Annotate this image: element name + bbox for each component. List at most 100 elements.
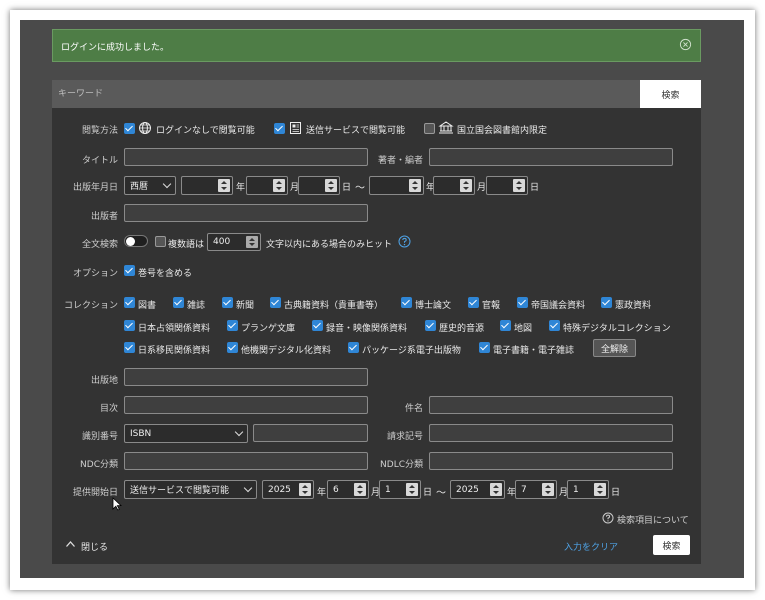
provide-to-day-value: 1	[573, 484, 579, 495]
collection-item: 官報	[482, 301, 501, 311]
search-help-link[interactable]: 検索項目について	[617, 513, 689, 526]
ndc-input[interactable]	[124, 452, 368, 470]
month-unit: 月	[477, 183, 487, 193]
stepper-arrows-icon[interactable]	[513, 179, 525, 192]
collection-checkbox[interactable]	[500, 320, 511, 331]
document-icon	[290, 122, 301, 134]
title-input[interactable]	[124, 148, 368, 166]
collection-label: コレクション	[63, 301, 118, 311]
collection-checkbox[interactable]	[479, 342, 490, 353]
stepper-arrows-icon[interactable]	[273, 179, 285, 192]
provide-from-day-stepper[interactable]: 1	[379, 480, 421, 499]
stepper-arrows-icon[interactable]	[542, 483, 554, 496]
keyword-box	[52, 80, 640, 108]
multi-word-stepper[interactable]: 400	[207, 233, 261, 251]
toc-input[interactable]	[124, 396, 368, 414]
stepper-arrows-icon[interactable]	[460, 179, 472, 192]
collection-checkbox[interactable]	[468, 297, 479, 308]
stepper-arrows-icon[interactable]	[406, 483, 418, 496]
identifier-label: 識別番号	[81, 432, 118, 442]
ndc-label: NDC分類	[80, 460, 118, 470]
author-input[interactable]	[429, 148, 673, 166]
stepper-arrows-icon[interactable]	[218, 179, 230, 192]
callno-input[interactable]	[429, 424, 673, 442]
publisher-input[interactable]	[124, 204, 368, 222]
fulltext-toggle[interactable]	[124, 235, 148, 247]
mouse-cursor-icon	[112, 497, 122, 511]
stepper-arrows-icon[interactable]	[594, 483, 606, 496]
help-circle-icon[interactable]	[602, 512, 614, 524]
stepper-arrows-icon[interactable]	[354, 483, 366, 496]
close-circle-icon[interactable]	[679, 38, 692, 51]
from-month-stepper[interactable]	[246, 176, 288, 195]
collection-checkbox[interactable]	[222, 297, 233, 308]
stepper-arrows-icon[interactable]	[299, 483, 311, 496]
collection-checkbox[interactable]	[549, 320, 560, 331]
era-select[interactable]: 西暦	[124, 176, 176, 195]
provide-to-month-stepper[interactable]: 7	[515, 480, 557, 499]
collection-item: 憲政資料	[615, 301, 652, 311]
collection-checkbox[interactable]	[425, 320, 436, 331]
collection-checkbox[interactable]	[124, 320, 135, 331]
keyword-input[interactable]	[52, 80, 640, 108]
collection-checkbox[interactable]	[124, 342, 135, 353]
help-circle-icon[interactable]	[398, 235, 411, 248]
provide-type-select[interactable]: 送信サービスで閲覧可能	[124, 480, 257, 499]
keyword-search-button[interactable]: 検索	[640, 80, 701, 108]
to-month-stepper[interactable]	[433, 176, 475, 195]
access-no-login-checkbox[interactable]	[124, 123, 135, 134]
search-button[interactable]: 検索	[653, 535, 690, 555]
identifier-type-select[interactable]: ISBN	[124, 424, 248, 443]
collection-checkbox[interactable]	[348, 342, 359, 353]
collection-item: パッケージ系電子出版物	[362, 346, 461, 356]
collection-checkbox[interactable]	[401, 297, 412, 308]
stepper-arrows-icon[interactable]	[246, 236, 258, 248]
collection-checkbox[interactable]	[227, 342, 238, 353]
from-year-stepper[interactable]	[181, 176, 233, 195]
place-label: 出版地	[90, 376, 118, 386]
identifier-input[interactable]	[253, 424, 368, 442]
collection-checkbox[interactable]	[270, 297, 281, 308]
access-opt2-label: 送信サービスで閲覧可能	[306, 126, 406, 136]
to-day-stepper[interactable]	[486, 176, 528, 195]
stepper-arrows-icon[interactable]	[409, 179, 421, 192]
day-unit: 日	[342, 183, 352, 193]
stepper-arrows-icon[interactable]	[325, 179, 337, 192]
provide-from-month-stepper[interactable]: 6	[327, 480, 369, 499]
collection-item: 地図	[514, 324, 533, 334]
provide-from-year-stepper[interactable]: 2025	[262, 480, 314, 499]
collection-item: 歴史的音源	[439, 324, 485, 334]
author-label: 著者・編者	[377, 156, 423, 166]
fulltext-label: 全文検索	[81, 240, 118, 250]
stepper-arrows-icon[interactable]	[490, 483, 502, 496]
multi-word-checkbox[interactable]	[155, 236, 166, 247]
callno-label: 請求記号	[386, 432, 423, 442]
to-year-stepper[interactable]	[369, 176, 424, 195]
collection-checkbox[interactable]	[173, 297, 184, 308]
collection-item: 他機関デジタル化資料	[241, 346, 331, 356]
collection-checkbox[interactable]	[601, 297, 612, 308]
year-unit: 年	[236, 183, 246, 193]
pubdate-label: 出版年月日	[72, 183, 118, 193]
close-panel-button[interactable]: 閉じる	[81, 540, 108, 553]
provide-to-day-stepper[interactable]: 1	[567, 480, 609, 499]
collection-checkbox[interactable]	[227, 320, 238, 331]
provide-to-year-value: 2025	[456, 484, 479, 495]
ndlc-input[interactable]	[429, 452, 673, 470]
collection-item: 特殊デジタルコレクション	[563, 324, 671, 334]
collection-checkbox[interactable]	[124, 297, 135, 308]
access-library-only-checkbox[interactable]	[424, 123, 435, 134]
clear-all-collections-button[interactable]: 全解除	[593, 339, 636, 357]
place-input[interactable]	[124, 368, 368, 386]
volume-checkbox[interactable]	[124, 265, 135, 276]
provide-to-year-stepper[interactable]: 2025	[450, 480, 505, 499]
collection-checkbox[interactable]	[312, 320, 323, 331]
clear-input-link[interactable]: 入力をクリア	[564, 540, 618, 553]
subject-input[interactable]	[429, 396, 673, 414]
chevron-up-icon[interactable]	[65, 540, 76, 548]
from-day-stepper[interactable]	[298, 176, 340, 195]
collection-item: 新聞	[236, 301, 255, 311]
access-transmission-checkbox[interactable]	[274, 123, 285, 134]
collection-item: プランゲ文庫	[241, 324, 296, 334]
collection-checkbox[interactable]	[517, 297, 528, 308]
